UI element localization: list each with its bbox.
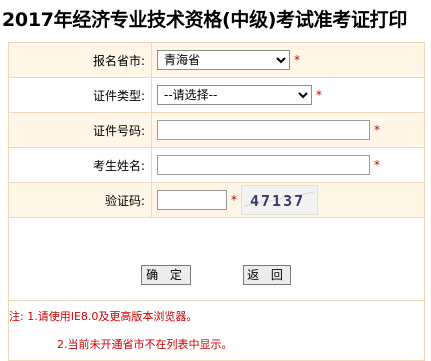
- button-row: 确 定 返 回: [8, 217, 425, 301]
- required-mark: *: [374, 123, 380, 137]
- page-title: 2017年经济专业技术资格(中级)考试准考证打印: [2, 9, 408, 31]
- required-mark: *: [374, 158, 380, 172]
- captcha-image[interactable]: 47137: [241, 185, 318, 215]
- required-mark: *: [294, 53, 300, 67]
- cert-type-select[interactable]: --请选择--: [157, 85, 312, 105]
- cert-number-input[interactable]: [157, 120, 370, 140]
- name-label: 考生姓名:: [8, 147, 152, 183]
- name-input[interactable]: [157, 155, 370, 175]
- note-line-1: 注: 1.请使用IE8.0及更高版本浏览器。: [9, 310, 198, 323]
- required-mark: *: [231, 193, 237, 207]
- cert-type-row: 证件类型: --请选择-- *: [8, 77, 425, 113]
- print-form: 报名省市: 青海省 * 证件类型: --请选择-- * 证件号码: * 考生姓名…: [8, 42, 425, 361]
- back-button[interactable]: 返 回: [243, 265, 291, 285]
- notes-row: 注: 1.请使用IE8.0及更高版本浏览器。 2.当前未开通省市不在列表中显示。: [8, 300, 425, 361]
- name-row: 考生姓名: *: [8, 147, 425, 183]
- province-select[interactable]: 青海省: [157, 50, 290, 70]
- captcha-input[interactable]: [157, 190, 227, 210]
- note-line-2: 2.当前未开通省市不在列表中显示。: [57, 338, 233, 351]
- confirm-button[interactable]: 确 定: [141, 265, 191, 285]
- captcha-label: 验证码:: [8, 182, 152, 218]
- province-row: 报名省市: 青海省 *: [8, 42, 425, 78]
- cert-number-label: 证件号码:: [8, 112, 152, 148]
- captcha-graphic: 47137: [242, 186, 317, 214]
- cert-type-label: 证件类型:: [8, 77, 152, 113]
- captcha-text: 47137: [250, 192, 305, 210]
- required-mark: *: [316, 88, 322, 102]
- captcha-row: 验证码: * 47137: [8, 182, 425, 218]
- cert-number-row: 证件号码: *: [8, 112, 425, 148]
- province-label: 报名省市:: [8, 42, 152, 78]
